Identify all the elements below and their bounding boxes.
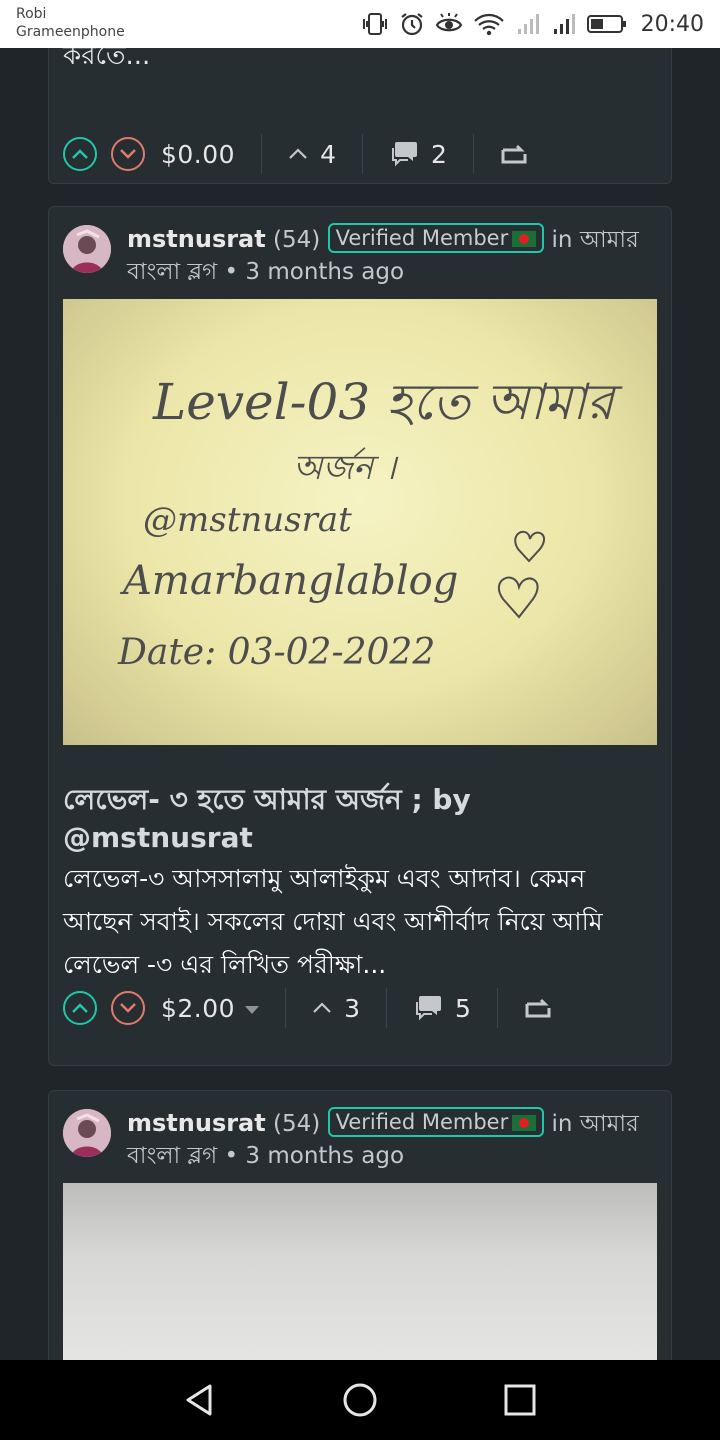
image-line-1: Level-03 হতে আমার [152, 373, 623, 431]
comment-bubbles-icon [391, 142, 417, 167]
badge-label: Verified Member [335, 1110, 509, 1134]
profile-photo-icon [63, 225, 111, 273]
clock: 20:40 [640, 11, 704, 37]
chevron-up-icon [313, 1002, 331, 1013]
signal-sim2-icon [553, 14, 575, 34]
post-age: 3 months ago [245, 1143, 405, 1169]
votes-count[interactable]: 4 [288, 140, 336, 169]
vibrate-icon [362, 13, 387, 35]
chevron-up-icon [72, 149, 88, 159]
payout-amount: $2.00 [161, 993, 236, 1023]
post-age: 3 months ago [245, 259, 405, 285]
upvote-button[interactable] [63, 137, 97, 171]
comments-number: 5 [454, 993, 471, 1023]
signal-sim1-icon [517, 14, 539, 34]
community-prefix[interactable]: in আমার [552, 227, 639, 253]
author-link[interactable]: mstnusrat [127, 1109, 266, 1137]
post-summary[interactable]: করতে... [63, 48, 150, 79]
comments-count[interactable]: 2 [389, 140, 447, 169]
post-image[interactable] [63, 1183, 657, 1360]
community-link[interactable]: বাংলা ব্লগ [127, 1143, 217, 1169]
back-icon[interactable] [180, 1380, 220, 1420]
downvote-button[interactable] [111, 137, 145, 171]
downvote-button[interactable] [111, 991, 145, 1025]
post-card[interactable]: করতে... $0.00 4 2 [48, 48, 672, 184]
post-summary[interactable]: লেভেল-৩ আসসালামু আলাইকুম এবং আদাব। কেমন … [63, 857, 659, 986]
comments-number: 2 [430, 139, 447, 169]
divider [472, 134, 474, 174]
chevron-down-icon [120, 1003, 136, 1013]
post-card[interactable]: mstnusrat (54) Verified Member in আমার ব… [48, 206, 672, 1066]
post-actions: $2.00 3 5 [63, 983, 554, 1033]
wifi-icon [473, 13, 504, 36]
avatar[interactable] [63, 225, 111, 273]
divider [261, 134, 263, 174]
divider [496, 988, 498, 1028]
alarm-icon [400, 13, 423, 36]
comments-count[interactable]: 5 [413, 994, 471, 1023]
votes-number: 4 [320, 139, 336, 169]
chevron-up-icon [72, 1003, 88, 1013]
post-actions: $0.00 4 2 [63, 129, 530, 179]
votes-number: 3 [344, 993, 360, 1023]
battery-icon [586, 15, 626, 33]
carrier-line-2: Grameenphone [16, 24, 125, 40]
post-meta: mstnusrat (54) Verified Member in আমার ব… [127, 223, 639, 285]
post-card[interactable]: mstnusrat (54) Verified Member in আমার ব… [48, 1090, 672, 1360]
profile-photo-icon [63, 1109, 111, 1157]
status-bar: Robi Grameenphone 20:40 [0, 0, 720, 48]
badge-label: Verified Member [335, 226, 509, 250]
divider [361, 134, 363, 174]
handwritten-note-image: Level-03 হতে আমার অর্জন । @mstnusrat Ama… [117, 373, 623, 673]
divider [385, 988, 387, 1028]
carrier-line-1: Robi [16, 6, 47, 22]
payout-value[interactable]: $0.00 [161, 140, 235, 169]
image-line-3: @mstnusrat [143, 500, 352, 540]
divider [285, 988, 287, 1028]
reblog-icon[interactable] [524, 996, 554, 1020]
chevron-up-icon [289, 148, 307, 159]
verified-badge: Verified Member [327, 223, 545, 253]
eye-comfort-icon [435, 13, 462, 32]
post-header: mstnusrat (54) Verified Member in আমার ব… [63, 223, 659, 287]
image-line-5: Date: 03-02-2022 [117, 632, 435, 673]
post-header: mstnusrat (54) Verified Member in আমার ব… [63, 1107, 659, 1171]
post-meta: mstnusrat (54) Verified Member in আমার ব… [127, 1107, 639, 1169]
payout-value[interactable]: $2.00 [161, 993, 260, 1023]
verified-badge: Verified Member [327, 1107, 545, 1137]
upvote-button[interactable] [63, 991, 97, 1025]
carrier-info: Robi Grameenphone [16, 5, 125, 41]
image-line-4: Amarbanglablog [119, 558, 458, 604]
author-reputation: (54) [273, 227, 321, 253]
system-navigation-bar [0, 1360, 720, 1440]
status-icons: 20:40 [361, 8, 704, 40]
votes-count[interactable]: 3 [312, 994, 360, 1023]
image-line-2: অর্জন । [293, 446, 399, 488]
bangladesh-flag-icon [512, 1115, 537, 1131]
recents-icon[interactable] [500, 1380, 540, 1420]
post-feed[interactable]: করতে... $0.00 4 2 mstnusrat (54) Verifie… [0, 48, 720, 1360]
home-icon[interactable] [340, 1380, 380, 1420]
comment-bubbles-icon [415, 996, 441, 1021]
dropdown-caret-icon[interactable] [245, 1005, 260, 1014]
community-link[interactable]: বাংলা ব্লগ [127, 259, 217, 285]
bangladesh-flag-icon [512, 231, 537, 247]
post-image[interactable]: Level-03 হতে আমার অর্জন । @mstnusrat Ama… [63, 299, 657, 745]
community-prefix[interactable]: in আমার [552, 1111, 639, 1137]
author-link[interactable]: mstnusrat [127, 225, 266, 253]
author-reputation: (54) [273, 1111, 321, 1137]
avatar[interactable] [63, 1109, 111, 1157]
chevron-down-icon [120, 149, 136, 159]
reblog-icon[interactable] [500, 142, 530, 166]
post-title[interactable]: লেভেল- ৩ হতে আমার অর্জন ; by @mstnusrat [63, 781, 653, 857]
